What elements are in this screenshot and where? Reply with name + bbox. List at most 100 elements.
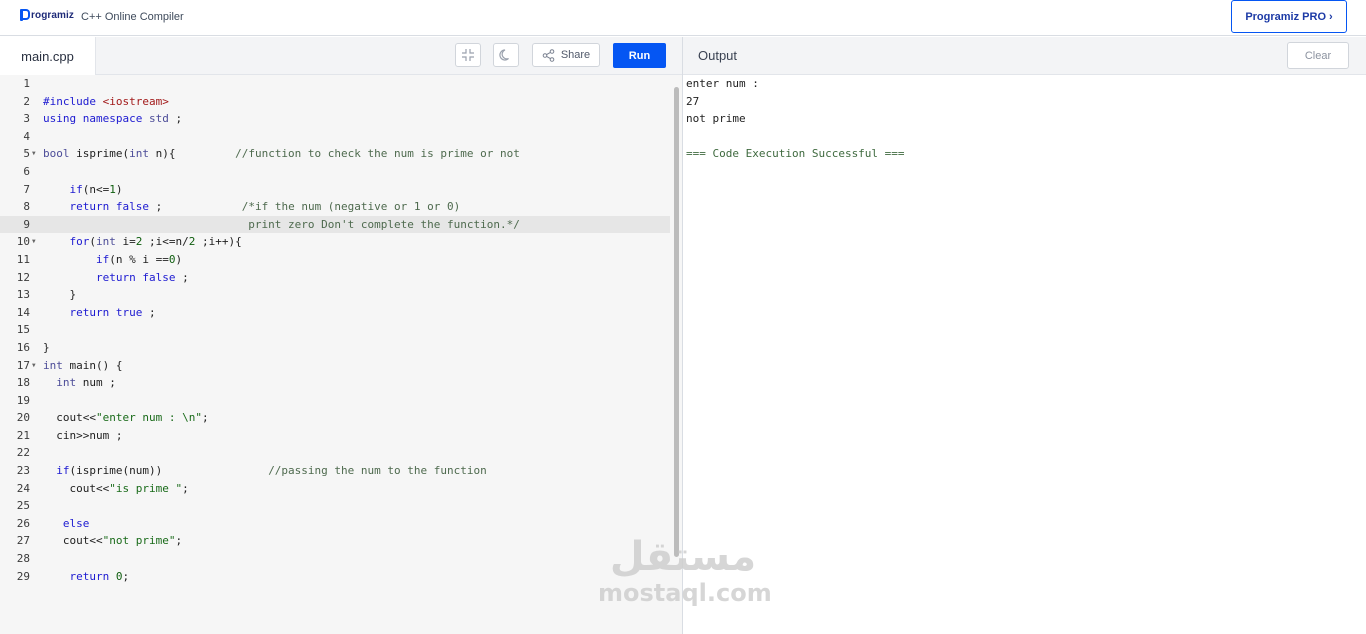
code-text: using namespace std ; <box>43 112 183 126</box>
code-line[interactable]: 11 if(n % i ==0) <box>0 251 670 269</box>
code-line[interactable]: 3 using namespace std ; <box>0 110 670 128</box>
line-number: 7 <box>23 182 30 196</box>
code-line[interactable]: 12 return false ; <box>0 269 670 287</box>
editor-scrollbar[interactable] <box>674 87 679 557</box>
code-line[interactable]: 18 int num ; <box>0 374 670 392</box>
line-number: 17 <box>16 358 30 372</box>
code-line[interactable]: 21 cin>>num ; <box>0 427 670 445</box>
code-line[interactable]: 16} <box>0 339 670 357</box>
editor-toolbar: main.cpp Share Run <box>0 37 682 75</box>
top-bar: rogramiz C++ Online Compiler Programiz P… <box>0 0 1366 36</box>
line-number: 5 <box>23 147 30 161</box>
code-text: return 0; <box>69 569 130 583</box>
code-text: cout<<"is prime "; <box>43 481 189 495</box>
fold-arrow-icon[interactable]: ▼ <box>32 357 36 375</box>
code-line[interactable]: 1 <box>0 75 670 93</box>
programiz-logo-icon <box>20 9 30 21</box>
line-number: 27 <box>16 534 30 548</box>
code-line[interactable]: 6 <box>0 163 670 181</box>
line-number: 9 <box>23 217 30 231</box>
line-number: 16 <box>16 340 30 354</box>
line-number: 24 <box>16 481 30 495</box>
app-title: C++ Online Compiler <box>81 11 184 23</box>
line-number: 8 <box>23 200 30 214</box>
share-button[interactable]: Share <box>532 43 600 67</box>
line-number: 28 <box>16 552 30 566</box>
code-line[interactable]: 15 <box>0 321 670 339</box>
output-line: 27 <box>686 94 700 108</box>
share-label: Share <box>560 49 591 61</box>
code-line[interactable]: 10 ▼ for(int i=2 ;i<=n/2 ;i++){ <box>0 233 670 251</box>
code-text: int main() { <box>43 358 123 372</box>
code-line[interactable]: 5 ▼ bool isprime(int n){ //function to che… <box>0 145 670 163</box>
code-editor[interactable]: 1 2 #include <iostream> 3 using namespace st… <box>0 75 682 634</box>
run-button[interactable]: Run <box>613 43 666 68</box>
code-line[interactable]: 13 } <box>0 286 670 304</box>
code-text: return true ; <box>69 305 156 319</box>
code-text: if(n % i ==0) <box>95 252 183 266</box>
output-console: enter num : 27 not prime === Code Execut… <box>683 75 1366 634</box>
watermark-arabic: مستقل <box>609 534 757 580</box>
programiz-logo[interactable]: rogramiz <box>20 9 74 21</box>
code-text: } <box>43 288 77 302</box>
output-title: Output <box>698 48 738 63</box>
line-number: 22 <box>16 446 30 460</box>
mostaql-watermark: مستقل mostaql.com <box>598 534 772 625</box>
code-line[interactable]: 14 return true ; <box>0 304 670 322</box>
code-text: cout<<"not prime"; <box>43 534 183 548</box>
line-number: 3 <box>23 112 30 126</box>
fold-arrow-icon[interactable]: ▼ <box>32 233 36 251</box>
line-number: 1 <box>23 77 30 90</box>
code-text: int num ; <box>56 376 116 390</box>
line-number: 18 <box>16 376 30 390</box>
code-text: if(isprime(num)) //passing the num to th… <box>56 464 487 478</box>
line-number: 10 <box>16 235 30 249</box>
code-line[interactable]: 7 if(n<=1) <box>0 181 670 199</box>
code-line[interactable]: 4 <box>0 128 670 146</box>
fullscreen-toggle-button[interactable] <box>455 43 481 67</box>
code-line[interactable]: 27 cout<<"not prime"; <box>0 532 670 550</box>
code-line[interactable]: 29 return 0; <box>0 568 670 586</box>
code-line[interactable]: 20 cout<<"enter num : \n"; <box>0 409 670 427</box>
line-number: 6 <box>23 164 30 178</box>
code-line[interactable]: 22 <box>0 444 670 462</box>
line-number: 20 <box>16 411 30 425</box>
line-number: 2 <box>23 94 30 108</box>
dark-mode-icon <box>499 49 509 61</box>
dark-mode-button[interactable] <box>493 43 519 67</box>
line-number: 29 <box>16 569 30 583</box>
code-line[interactable]: 8 return false ; /*if the num (negative … <box>0 198 670 216</box>
code-text: bool isprime(int n){ //function to check… <box>43 147 520 161</box>
line-number: 21 <box>16 428 30 442</box>
share-icon <box>542 48 555 62</box>
line-number: 23 <box>16 464 30 478</box>
code-line[interactable]: 23 if(isprime(num)) //passing the num to… <box>0 462 670 480</box>
collapse-icon <box>462 49 474 61</box>
line-number: 4 <box>23 129 30 143</box>
code-line[interactable]: 9 print zero Don't complete the function… <box>0 215 670 234</box>
pro-button-label: Programiz PRO <box>1245 10 1326 23</box>
code-line[interactable]: 24 cout<<"is prime "; <box>0 480 670 498</box>
output-toolbar: Output Clear <box>683 37 1366 75</box>
code-line[interactable]: 26 else <box>0 515 670 533</box>
clear-button[interactable]: Clear <box>1287 42 1349 69</box>
code-line[interactable]: 2 #include <iostream> <box>0 93 670 111</box>
line-number: 12 <box>16 270 30 284</box>
code-line[interactable]: 19 <box>0 392 670 410</box>
code-text: cin>>num ; <box>43 428 123 442</box>
line-number: 19 <box>16 393 30 407</box>
line-number: 14 <box>16 305 30 319</box>
code-text: return false ; /*if the num (negative or… <box>69 200 461 214</box>
file-tab-main-cpp[interactable]: main.cpp <box>0 37 96 75</box>
code-lines[interactable]: 1 2 #include <iostream> 3 using namespace st… <box>0 75 670 585</box>
code-text: if(n<=1) <box>69 182 123 196</box>
code-text: cout<<"enter num : \n"; <box>43 411 209 425</box>
programiz-pro-button[interactable]: Programiz PRO › <box>1231 0 1347 33</box>
output-line: not prime <box>686 112 746 126</box>
code-line[interactable]: 28 <box>0 550 670 568</box>
line-number: 11 <box>16 252 30 266</box>
fold-arrow-icon[interactable]: ▼ <box>32 145 36 163</box>
code-line[interactable]: 17 ▼ int main() { <box>0 357 670 375</box>
code-line[interactable]: 25 <box>0 497 670 515</box>
code-text: return false ; <box>95 270 189 284</box>
